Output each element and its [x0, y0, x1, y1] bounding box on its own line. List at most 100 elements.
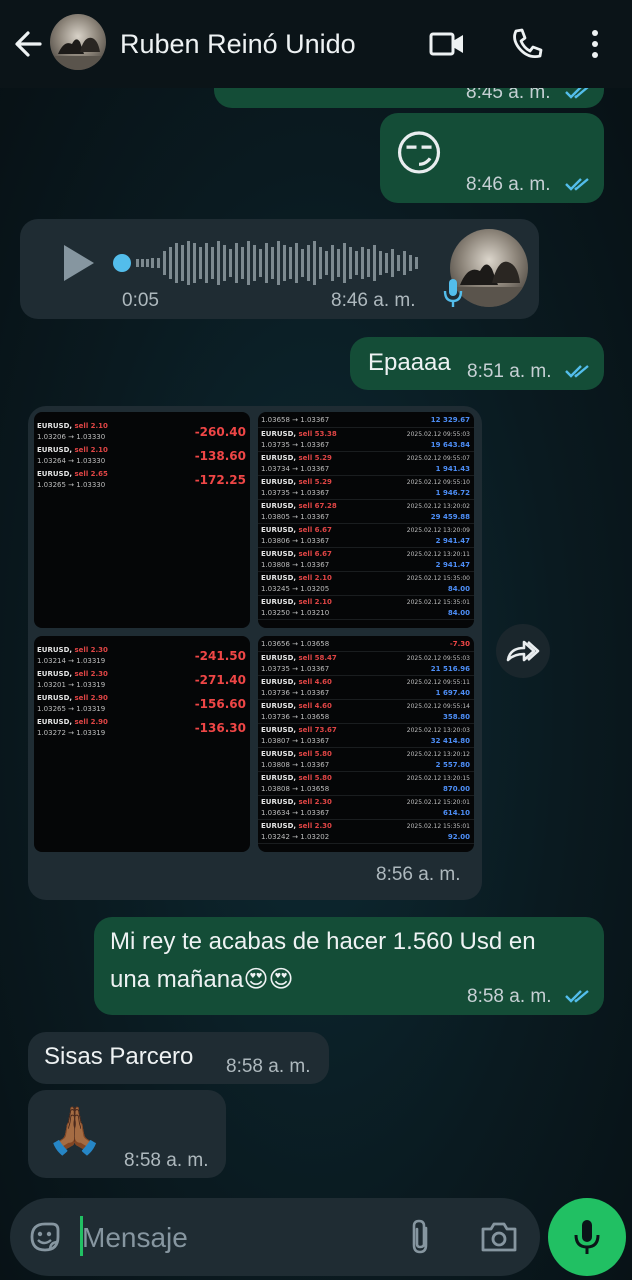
read-ticks-icon [565, 178, 589, 191]
trade-symbol: EURUSD, sell 2.65 [37, 470, 108, 478]
trade-side: sell 67.28 [298, 502, 337, 510]
trade-date: 2025.02.12 15:20:01 [406, 799, 470, 806]
trade-date: 2025.02.12 09:55:10 [406, 479, 470, 486]
message-time: 8:46 a. m. [466, 174, 551, 195]
trade-screenshot-2[interactable]: 1.03658 → 1.03367 12 329.67 EURUSD, sell 5… [258, 412, 474, 628]
trade-row: EURUSD, sell 2.65 1.03265 → 1.03330 -172.2… [34, 468, 250, 492]
trade-date: 2025.02.12 09:55:11 [406, 679, 470, 686]
phone-call-icon[interactable] [508, 26, 546, 62]
trade-symbol: EURUSD, sell 2.10 [37, 422, 108, 430]
contact-name[interactable]: Ruben Reinó Unido [120, 29, 356, 60]
trade-side: sell 73.67 [298, 726, 337, 734]
trade-date: 2025.02.12 09:55:03 [406, 431, 470, 438]
forward-button[interactable] [496, 624, 550, 678]
trade-prices: 1.03735 → 1.03367 [261, 441, 330, 449]
trade-prices: 1.03206 → 1.03330 [37, 433, 106, 441]
trade-prices: 1.03806 → 1.03367 [261, 537, 330, 545]
message-bubble-outgoing[interactable]: Epaaaa 8:51 a. m. [350, 337, 604, 390]
trade-result: -136.30 [194, 721, 246, 735]
trade-symbol: EURUSD, sell 2.30 [261, 798, 332, 806]
trade-screenshot-4[interactable]: 1.03656 → 1.03658 -7.30 EURUSD, sell 58.47… [258, 636, 474, 852]
trade-screenshot-3[interactable]: EURUSD, sell 2.30 1.03214 → 1.03319 -241.5… [34, 636, 250, 852]
trade-result: 32 414.80 [430, 737, 470, 745]
trade-row: EURUSD, sell 5.80 1.03808 → 1.03658 2025.0… [258, 772, 474, 796]
trade-row: EURUSD, sell 2.30 1.03634 → 1.03367 2025.0… [258, 796, 474, 820]
trade-symbol: EURUSD, sell 2.90 [37, 718, 108, 726]
trade-side: sell 5.29 [298, 454, 332, 462]
message-bubble-outgoing[interactable]: Mi rey te acabas de hacer 1.560 Usd en u… [94, 917, 604, 1015]
trade-row: 1.03656 → 1.03658 -7.30 [258, 638, 474, 652]
trade-symbol: EURUSD, sell 6.67 [261, 550, 332, 558]
message-time: 8:46 a. m. [331, 290, 416, 311]
trade-result: 92.00 [447, 833, 470, 841]
trade-row: EURUSD, sell 67.28 1.03805 → 1.03367 2025.… [258, 500, 474, 524]
trade-symbol: EURUSD, sell 58.47 [261, 654, 337, 662]
trade-side: sell 2.30 [298, 822, 332, 830]
trade-result: -156.60 [194, 697, 246, 711]
trade-row: EURUSD, sell 2.30 1.03242 → 1.03202 2025.0… [258, 820, 474, 844]
audio-waveform[interactable] [110, 237, 420, 291]
trade-row: EURUSD, sell 58.47 1.03735 → 1.03367 2025.… [258, 652, 474, 676]
message-text: Sisas Parcero [44, 1043, 194, 1070]
trade-row: EURUSD, sell 2.30 1.03201 → 1.03319 -271.4… [34, 668, 250, 692]
trade-result: 614.10 [442, 809, 470, 817]
trade-side: sell 4.60 [298, 702, 332, 710]
trade-date: 2025.02.12 15:35:01 [406, 599, 470, 606]
voice-record-button[interactable] [548, 1198, 626, 1276]
message-bubble-incoming[interactable]: Sisas Parcero 8:58 a. m. [28, 1032, 329, 1084]
trade-symbol: EURUSD, sell 4.60 [261, 702, 332, 710]
trade-date: 2025.02.12 13:20:15 [406, 775, 470, 782]
contact-avatar[interactable] [50, 14, 106, 70]
trade-row: EURUSD, sell 4.60 1.03736 → 1.03367 2025.0… [258, 676, 474, 700]
trade-date: 2025.02.12 13:20:12 [406, 751, 470, 758]
bull-bear-image-icon [50, 37, 106, 70]
video-call-icon[interactable] [428, 26, 466, 62]
trade-result: -241.50 [194, 649, 246, 663]
trade-symbol: EURUSD, sell 5.29 [261, 454, 332, 462]
trade-row: EURUSD, sell 5.29 1.03734 → 1.03367 2025.0… [258, 452, 474, 476]
trade-side: sell 2.30 [74, 646, 108, 654]
trade-prices: 1.03807 → 1.03367 [261, 737, 330, 745]
trade-side: sell 2.90 [74, 694, 108, 702]
trade-result: 1 697.40 [435, 689, 470, 697]
trade-result: -7.30 [449, 640, 470, 648]
back-arrow-icon[interactable] [12, 26, 44, 62]
play-icon[interactable] [60, 243, 96, 283]
trade-date: 2025.02.12 13:20:02 [406, 503, 470, 510]
message-time: 8:58 a. m. [467, 986, 552, 1007]
trade-result: -260.40 [194, 425, 246, 439]
image-album-bubble[interactable]: EURUSD, sell 2.10 1.03206 → 1.03330 -260.4… [28, 406, 482, 900]
voice-message-bubble[interactable]: 0:05 8:46 a. m. [20, 219, 539, 319]
trade-prices: 1.03735 → 1.03367 [261, 665, 330, 673]
trade-symbol: EURUSD, sell 5.80 [261, 750, 332, 758]
more-options-icon[interactable] [576, 26, 614, 62]
trade-row: EURUSD, sell 4.60 1.03736 → 1.03658 2025.0… [258, 700, 474, 724]
camera-icon[interactable] [480, 1220, 518, 1254]
trade-prices: 1.03736 → 1.03658 [261, 713, 330, 721]
sticker-icon[interactable] [28, 1220, 62, 1254]
trade-prices: 1.03808 → 1.03367 [261, 561, 330, 569]
message-bubble-incoming[interactable]: 🙏🏾 8:58 a. m. [28, 1090, 226, 1178]
trade-side: sell 4.60 [298, 678, 332, 686]
trade-prices: 1.03245 → 1.03205 [261, 585, 330, 593]
trade-prices: 1.03214 → 1.03319 [37, 657, 106, 665]
trade-symbol: EURUSD, sell 4.60 [261, 678, 332, 686]
trade-row: EURUSD, sell 5.29 1.03735 → 1.03367 2025.0… [258, 476, 474, 500]
message-input-placeholder[interactable]: Mensaje [82, 1222, 188, 1254]
trade-symbol: EURUSD, sell 2.10 [37, 446, 108, 454]
trade-row: EURUSD, sell 6.67 1.03808 → 1.03367 2025.0… [258, 548, 474, 572]
trade-symbol: EURUSD, sell 67.28 [261, 502, 337, 510]
message-bubble-outgoing[interactable]: 😏 8:46 a. m. [380, 113, 604, 203]
trade-result: -138.60 [194, 449, 246, 463]
trade-symbol: EURUSD, sell 5.80 [261, 774, 332, 782]
trade-side: sell 2.10 [74, 422, 108, 430]
message-time: 8:58 a. m. [226, 1056, 311, 1077]
trade-result: -172.25 [194, 473, 246, 487]
trade-prices: 1.03242 → 1.03202 [261, 833, 330, 841]
trade-side: sell 2.10 [298, 574, 332, 582]
trade-symbol: EURUSD, sell 2.10 [261, 574, 332, 582]
trade-result: 1 946.72 [435, 489, 470, 497]
trade-screenshot-1[interactable]: EURUSD, sell 2.10 1.03206 → 1.03330 -260.4… [34, 412, 250, 628]
trade-row: EURUSD, sell 2.10 1.03264 → 1.03330 -138.6… [34, 444, 250, 468]
attach-icon[interactable] [406, 1218, 436, 1256]
